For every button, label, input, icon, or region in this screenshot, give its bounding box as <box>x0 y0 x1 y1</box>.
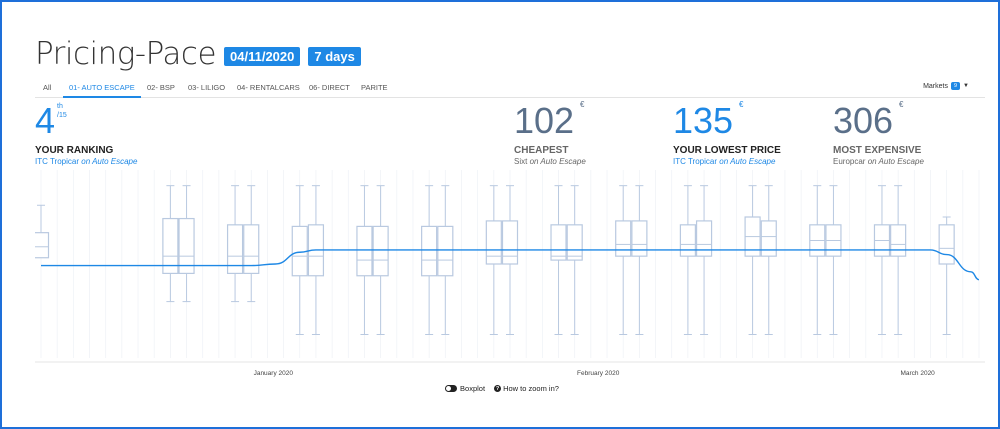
x-tick-label: March 2020 <box>900 370 935 377</box>
question-icon: ? <box>494 385 502 392</box>
cheapest-value: 102 <box>514 100 575 141</box>
ranking-company-name: ITC Tropicar <box>35 157 80 166</box>
channel-tabs: All 01- AUTO ESCAPE 02- BSP 03- LILIGO 0… <box>35 80 985 98</box>
boxplot-toggle[interactable] <box>445 385 458 392</box>
tab-direct[interactable]: 06- DIRECT <box>309 83 350 96</box>
tab-rentalcars[interactable]: 04- RENTALCARS <box>237 83 300 96</box>
boxplot-box <box>679 224 696 257</box>
boxplot-box <box>566 224 583 261</box>
zoom-help-link[interactable]: ? How to zoom in? <box>494 384 559 393</box>
tab-liligo[interactable]: 03- LILIGO <box>188 83 225 96</box>
boxplot-box <box>437 225 454 277</box>
ranking-value: 4 <box>35 100 56 141</box>
x-tick-label: February 2020 <box>577 370 620 377</box>
tab-all[interactable]: All <box>43 83 51 96</box>
ranking-total: /15 <box>57 112 67 119</box>
boxplot-box <box>421 225 438 277</box>
lowest-price-channel: on Auto Escape <box>719 157 776 166</box>
boxplot-label: Boxplot <box>460 384 486 393</box>
lowest-price-value: 135 <box>673 100 734 141</box>
ranking-label: YOUR RANKING <box>35 145 114 156</box>
lowest-price-stat: 135 € YOUR LOWEST PRICE ITC Tropicar on … <box>673 100 781 166</box>
markets-count-badge: 9 <box>950 82 961 90</box>
markets-dropdown[interactable]: Markets 9 ▼ <box>923 82 969 90</box>
boxplot-box <box>485 220 502 265</box>
cheapest-channel: on Auto Escape <box>529 157 586 166</box>
x-tick-label: January 2020 <box>254 370 294 377</box>
cheapest-company: Sixt on Auto Escape <box>514 157 586 166</box>
boxplot-box <box>501 220 519 265</box>
date-badge[interactable]: 04/11/2020 <box>224 46 301 66</box>
lowest-price-label: YOUR LOWEST PRICE <box>673 145 781 156</box>
expensive-channel: on Auto Escape <box>867 157 924 166</box>
expensive-company: Europcar on Auto Escape <box>833 157 924 166</box>
tab-auto-escape[interactable]: 01- AUTO ESCAPE <box>63 83 141 98</box>
page-title: Pricing-Pace <box>35 36 217 72</box>
zoom-help-label: How to zoom in? <box>503 384 559 393</box>
cheapest-company-name: Sixt <box>514 157 528 166</box>
ranking-stat: 4 th /15 YOUR RANKING ITC Tropicar on Au… <box>35 100 137 167</box>
tab-parite[interactable]: PARITE <box>361 83 388 96</box>
pricing-chart[interactable]: January 2020 February 2020 March 2020 <box>35 170 985 380</box>
boxplot-box <box>372 225 389 277</box>
cheapest-currency: € <box>580 100 585 109</box>
expensive-currency: € <box>899 100 904 109</box>
boxplot-box <box>695 220 713 257</box>
markets-label: Markets <box>923 82 948 90</box>
boxplot-box <box>938 224 955 265</box>
boxplot-box <box>35 232 50 259</box>
page-frame: Pricing-Pace 04/11/2020 7 days All 01- A… <box>0 0 1000 429</box>
ranking-channel: on Auto Escape <box>81 157 138 166</box>
lowest-price-currency: € <box>739 100 744 109</box>
expensive-value: 306 <box>833 100 894 141</box>
lowest-price-company-name: ITC Tropicar <box>673 157 718 166</box>
tab-bsp[interactable]: 02- BSP <box>147 83 175 96</box>
boxplot-box <box>615 220 632 257</box>
expensive-label: MOST EXPENSIVE <box>833 145 922 156</box>
expensive-stat: 306 € MOST EXPENSIVE Europcar on Auto Es… <box>833 100 924 166</box>
caret-down-icon: ▼ <box>963 83 969 89</box>
cheapest-label: CHEAPEST <box>514 145 569 156</box>
boxplot-box <box>550 224 567 261</box>
ranking-company: ITC Tropicar on Auto Escape <box>35 157 137 166</box>
boxplot-box <box>631 220 648 257</box>
lowest-price-company: ITC Tropicar on Auto Escape <box>673 157 781 166</box>
cheapest-stat: 102 € CHEAPEST Sixt on Auto Escape <box>514 100 586 166</box>
boxplot-box <box>356 225 373 277</box>
ranking-suffix: th <box>57 103 63 110</box>
boxplot-box <box>760 220 777 257</box>
title-row: Pricing-Pace 04/11/2020 7 days <box>35 36 361 72</box>
expensive-company-name: Europcar <box>833 157 866 166</box>
chart-footer: Boxplot ? How to zoom in? <box>2 384 1000 393</box>
boxplot-box <box>890 224 907 257</box>
days-badge[interactable]: 7 days <box>308 46 361 66</box>
